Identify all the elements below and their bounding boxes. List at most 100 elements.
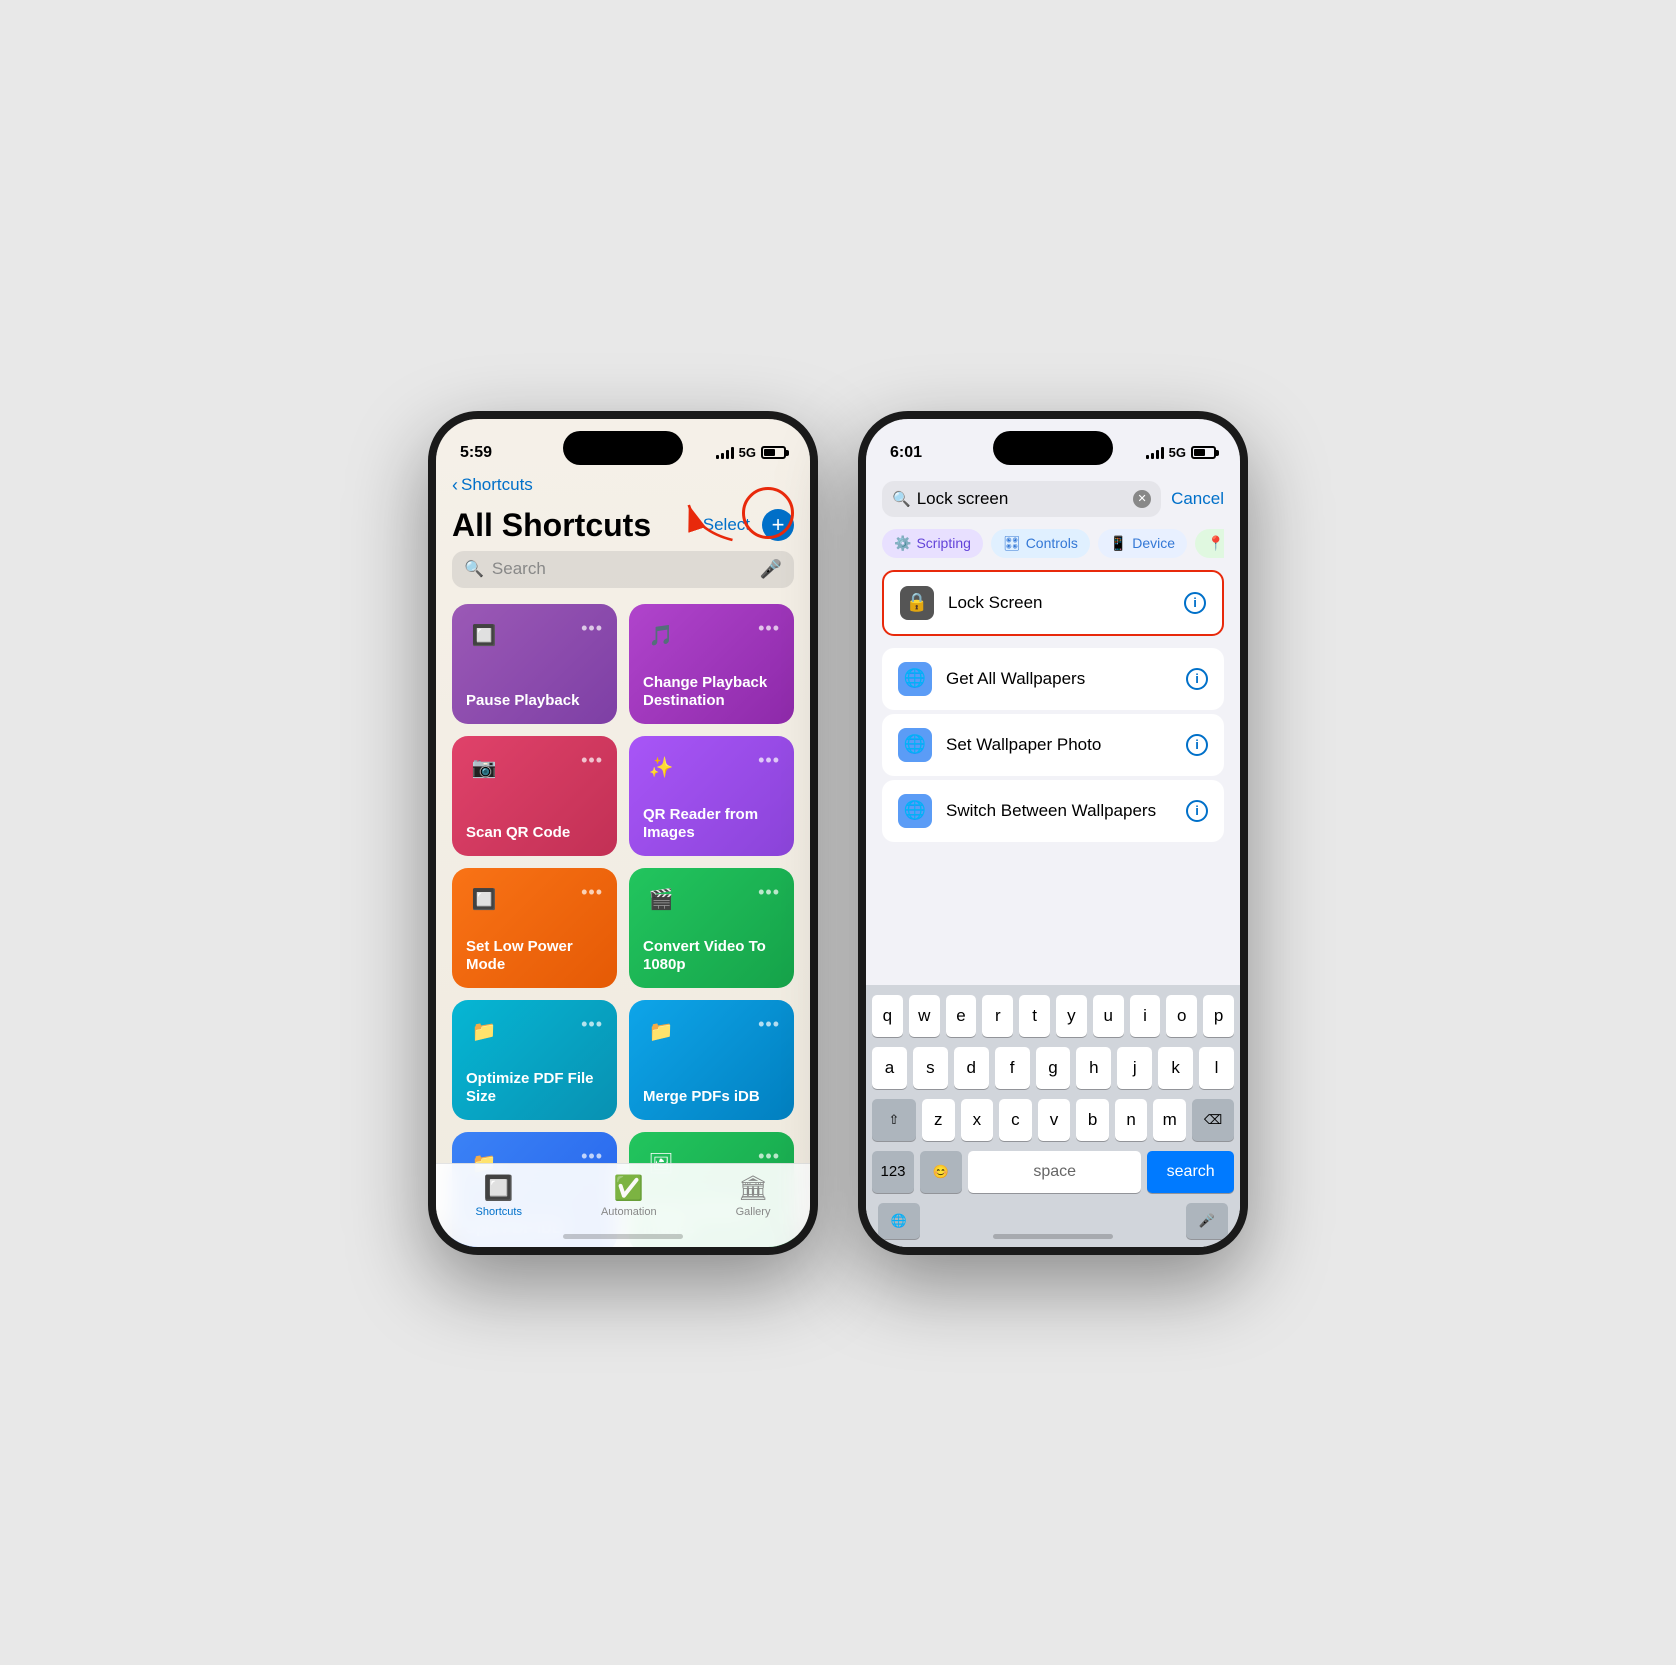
search-results: 🔒 Lock Screen i 🌐 Get All Wallpapers i [882,570,1224,844]
location-chip-icon: 📍 [1207,535,1224,552]
search-field[interactable]: 🔍 Lock screen ✕ [882,481,1161,517]
space-key[interactable]: space [968,1151,1141,1193]
key-b[interactable]: b [1076,1099,1109,1141]
key-v[interactable]: v [1038,1099,1071,1141]
card-menu-convert-video[interactable]: ••• [758,882,780,903]
key-q[interactable]: q [872,995,903,1037]
key-k[interactable]: k [1158,1047,1193,1089]
back-arrow-icon: ‹ [452,475,458,496]
key-r[interactable]: r [982,995,1013,1037]
back-label: Shortcuts [461,475,533,495]
tab-automation[interactable]: ✅ Automation [601,1174,657,1218]
key-m[interactable]: m [1153,1099,1186,1141]
shortcut-card-optimize-pdf[interactable]: 📁 ••• Optimize PDF File Size [452,1000,617,1120]
key-l[interactable]: l [1199,1047,1234,1089]
key-n[interactable]: n [1115,1099,1148,1141]
switch-wallpapers-label: Switch Between Wallpapers [946,801,1172,821]
keyboard[interactable]: q w e r t y u i o p a s d f g h j k [866,985,1240,1247]
key-j[interactable]: j [1117,1047,1152,1089]
mic-icon-1[interactable]: 🎤 [760,559,782,580]
card-label-pause-playback: Pause Playback [466,692,603,710]
key-d[interactable]: d [954,1047,989,1089]
controls-chip-label: Controls [1026,535,1078,551]
key-y[interactable]: y [1056,995,1087,1037]
device-chip-icon: 📱 [1110,535,1127,552]
key-g[interactable]: g [1036,1047,1071,1089]
key-h[interactable]: h [1076,1047,1111,1089]
phone-2: 6:01 5G 🔍 Lock screen ✕ [858,411,1248,1255]
key-e[interactable]: e [946,995,977,1037]
chip-device[interactable]: 📱 Device [1098,529,1187,558]
get-wallpapers-icon: 🌐 [898,662,932,696]
chip-controls[interactable]: 🎛 Controls [991,529,1090,558]
globe-key[interactable]: 🌐 [878,1203,920,1239]
search-field-icon: 🔍 [892,490,911,508]
network-type-2: 5G [1169,445,1186,460]
get-wallpapers-info-button[interactable]: i [1186,668,1208,690]
key-t[interactable]: t [1019,995,1050,1037]
mic-key[interactable]: 🎤 [1186,1203,1228,1239]
key-i[interactable]: i [1130,995,1161,1037]
shortcut-card-pause-playback[interactable]: 🔲 ••• Pause Playback [452,604,617,724]
result-get-wallpapers[interactable]: 🌐 Get All Wallpapers i [882,648,1224,710]
add-icon: + [772,514,785,536]
shortcut-card-convert-video[interactable]: 🎬 ••• Convert Video To 1080p [629,868,794,988]
result-set-wallpaper[interactable]: 🌐 Set Wallpaper Photo i [882,714,1224,776]
card-menu-low-power[interactable]: ••• [581,882,603,903]
dynamic-island-1 [563,431,683,465]
key-w[interactable]: w [909,995,940,1037]
card-menu-merge-pdfs[interactable]: ••• [758,1014,780,1035]
switch-wallpapers-info-button[interactable]: i [1186,800,1208,822]
info-icon-lock-screen: i [1193,595,1197,610]
card-icon-merge-pdfs: 📁 [643,1014,679,1050]
chip-location[interactable]: 📍 Loc… [1195,529,1224,558]
result-lock-screen[interactable]: 🔒 Lock Screen i [882,570,1224,636]
controls-chip-icon: 🎛 [1003,535,1021,552]
delete-key[interactable]: ⌫ [1192,1099,1234,1141]
result-switch-wallpapers[interactable]: 🌐 Switch Between Wallpapers i [882,780,1224,842]
search-bar-1[interactable]: 🔍 Search 🎤 [452,551,794,588]
time-2: 6:01 [890,444,922,462]
add-button[interactable]: + [762,509,794,541]
time-1: 5:59 [460,444,492,462]
shift-key[interactable]: ⇧ [872,1099,916,1141]
key-o[interactable]: o [1166,995,1197,1037]
signal-bars-1 [716,447,734,459]
card-label-change-playback: Change Playback Destination [643,674,780,710]
key-x[interactable]: x [961,1099,994,1141]
tab-gallery[interactable]: 🏛 Gallery [736,1174,771,1218]
emoji-key[interactable]: 😊 [920,1151,962,1193]
shortcut-card-merge-pdfs[interactable]: 📁 ••• Merge PDFs iDB [629,1000,794,1120]
key-s[interactable]: s [913,1047,948,1089]
card-menu-qr-reader[interactable]: ••• [758,750,780,771]
key-p[interactable]: p [1203,995,1234,1037]
card-menu-scan-qr[interactable]: ••• [581,750,603,771]
key-c[interactable]: c [999,1099,1032,1141]
tab-shortcuts[interactable]: 🔲 Shortcuts [476,1174,522,1218]
number-key[interactable]: 123 [872,1151,914,1193]
cancel-button[interactable]: Cancel [1171,489,1224,509]
shortcut-card-change-playback[interactable]: 🎵 ••• Change Playback Destination [629,604,794,724]
lock-screen-icon: 🔒 [900,586,934,620]
automation-tab-icon: ✅ [614,1174,644,1203]
card-menu-change-playback[interactable]: ••• [758,618,780,639]
shortcut-card-qr-reader[interactable]: ✨ ••• QR Reader from Images [629,736,794,856]
card-menu-optimize-pdf[interactable]: ••• [581,1014,603,1035]
key-f[interactable]: f [995,1047,1030,1089]
key-z[interactable]: z [922,1099,955,1141]
key-a[interactable]: a [872,1047,907,1089]
shortcut-card-scan-qr[interactable]: 📷 ••• Scan QR Code [452,736,617,856]
key-u[interactable]: u [1093,995,1124,1037]
chip-scripting[interactable]: ⚙️ Scripting [882,529,983,558]
shortcut-card-low-power[interactable]: 🔲 ••• Set Low Power Mode [452,868,617,988]
search-clear-button[interactable]: ✕ [1133,490,1151,508]
card-menu-pause-playback[interactable]: ••• [581,618,603,639]
home-indicator-1 [563,1234,683,1239]
set-wallpaper-info-button[interactable]: i [1186,734,1208,756]
phone-1: 5:59 5G ‹ Shortcuts All Shortcuts [428,411,818,1255]
scripting-chip-label: Scripting [916,535,970,551]
shortcuts-grid: 🔲 ••• Pause Playback 🎵 ••• Change Playba… [452,604,794,1252]
lock-screen-info-button[interactable]: i [1184,592,1206,614]
search-button[interactable]: search [1147,1151,1234,1193]
scripting-chip-icon: ⚙️ [894,535,911,552]
